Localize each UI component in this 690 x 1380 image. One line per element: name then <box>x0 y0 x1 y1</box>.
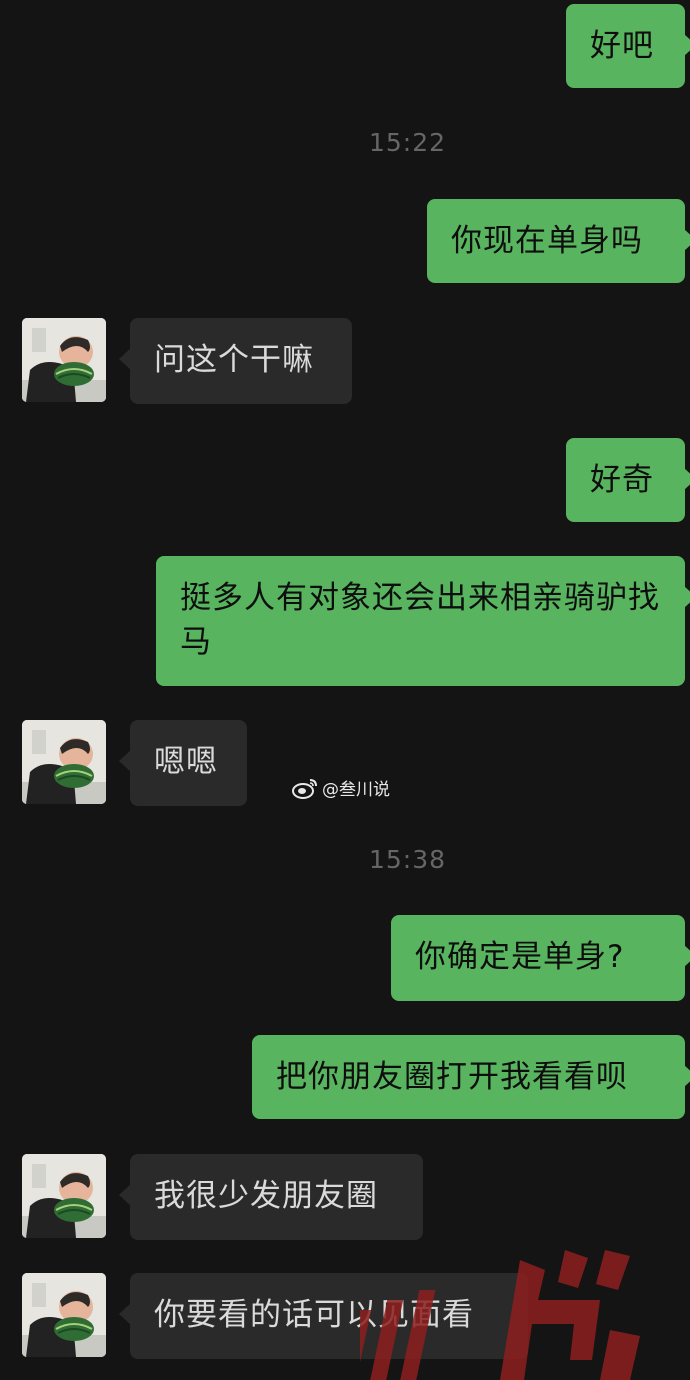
watermark-handle: @叁川说 <box>322 780 390 800</box>
avatar-photo <box>22 318 106 402</box>
message-bubble-sent[interactable]: 把你朋友圈打开我看看呗 <box>252 1035 690 1119</box>
message-bubble-sent[interactable]: 好吧 <box>566 4 690 88</box>
watermark: @叁川说 <box>292 775 390 800</box>
contact-avatar[interactable] <box>22 720 106 804</box>
contact-avatar[interactable] <box>22 1154 106 1238</box>
message-bubble-received[interactable]: 嗯嗯 <box>119 720 247 806</box>
message-bubble-received[interactable]: 问这个干嘛 <box>119 318 352 404</box>
message-bubble-sent[interactable]: 你现在单身吗 <box>427 199 690 283</box>
avatar-photo <box>22 1273 106 1357</box>
weibo-icon <box>292 778 317 799</box>
timestamp: 15:22 <box>368 128 447 157</box>
avatar-photo <box>22 720 106 804</box>
message-bubble-sent[interactable]: 好奇 <box>566 438 690 522</box>
contact-avatar[interactable] <box>22 318 106 402</box>
avatar-photo <box>22 1154 106 1238</box>
watermark-logo <box>360 1250 640 1380</box>
contact-avatar[interactable] <box>22 1273 106 1357</box>
message-bubble-sent[interactable]: 挺多人有对象还会出来相亲骑驴找马 <box>156 556 690 686</box>
timestamp: 15:38 <box>368 845 447 874</box>
message-bubble-sent[interactable]: 你确定是单身? <box>391 915 690 1001</box>
message-bubble-received[interactable]: 我很少发朋友圈 <box>119 1154 423 1240</box>
